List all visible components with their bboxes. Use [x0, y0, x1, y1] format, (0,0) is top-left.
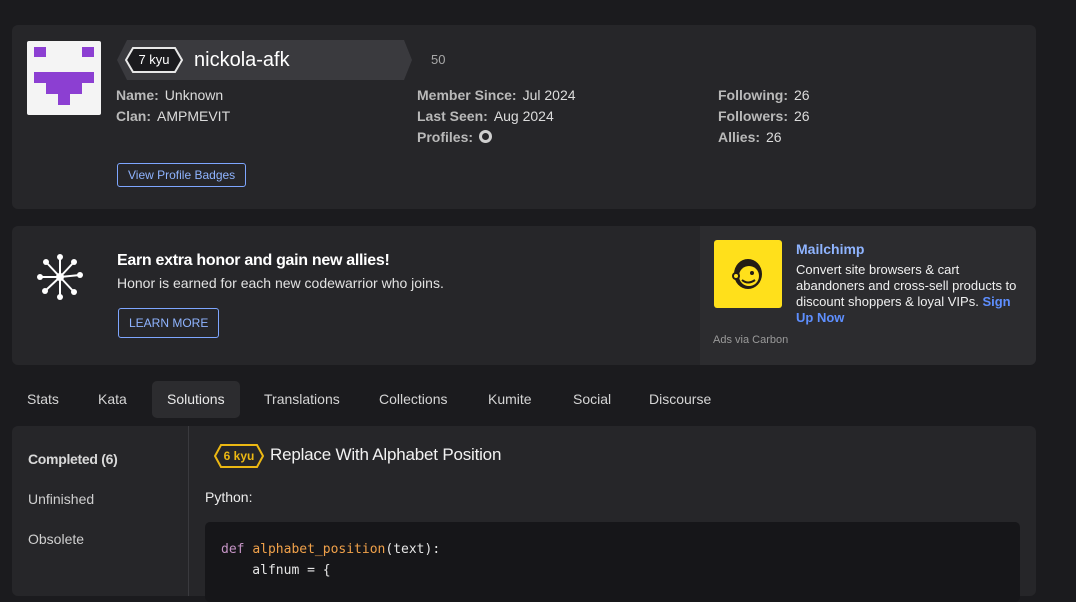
profile-info-column-3: Following: 26 Followers: 26 Allies: 26	[718, 85, 810, 148]
profile-info-column-2: Member Since: Jul 2024 Last Seen: Aug 2024…	[417, 85, 576, 148]
following-label: Following:	[718, 87, 788, 103]
last-seen-label: Last Seen:	[417, 108, 488, 124]
filter-unfinished[interactable]: Unfinished	[28, 491, 94, 507]
member-since-value: Jul 2024	[522, 87, 576, 103]
promo-text: Honor is earned for each new codewarrior…	[117, 275, 444, 291]
tab-social[interactable]: Social	[558, 381, 626, 418]
following-value: 26	[793, 87, 810, 103]
tab-translations[interactable]: Translations	[249, 381, 355, 418]
network-icon	[37, 254, 83, 300]
name-label: Name:	[116, 87, 159, 103]
language-label: Python:	[205, 489, 253, 505]
member-since-label: Member Since:	[417, 87, 517, 103]
ads-via-carbon-link[interactable]: Ads via Carbon	[713, 334, 788, 346]
view-profile-badges-button[interactable]: View Profile Badges	[117, 163, 247, 187]
last-seen-row: Last Seen: Aug 2024	[417, 106, 576, 127]
ad-description[interactable]: Convert site browsers & cart abandoners …	[796, 262, 1028, 326]
profile-info-column-1: Name: Unknown Clan: AMPMEVIT	[116, 85, 230, 127]
honor-score: 50	[431, 52, 446, 67]
clan-label: Clan:	[116, 108, 151, 124]
kata-rank-label: 6 kyu	[223, 449, 255, 463]
tab-kumite[interactable]: Kumite	[473, 381, 547, 418]
code-line-2: alfnum = {	[221, 563, 331, 578]
ad-brand-link[interactable]: Mailchimp	[796, 241, 864, 257]
profiles-label: Profiles:	[417, 129, 474, 145]
tab-collections[interactable]: Collections	[364, 381, 462, 418]
rank-label: 7 kyu	[138, 52, 170, 67]
following-row[interactable]: Following: 26	[718, 85, 810, 106]
profiles-row: Profiles:	[417, 127, 576, 148]
clan-row: Clan: AMPMEVIT	[116, 106, 230, 127]
referral-promo-card: Earn extra honor and gain new allies! Ho…	[12, 226, 700, 365]
followers-value: 26	[794, 108, 810, 124]
allies-row[interactable]: Allies: 26	[718, 127, 810, 148]
code-params: (text):	[385, 542, 441, 557]
followers-label: Followers:	[718, 108, 789, 124]
clan-value: AMPMEVIT	[157, 108, 231, 124]
last-seen-value: Aug 2024	[493, 108, 554, 124]
name-row: Name: Unknown	[116, 85, 230, 106]
kata-title-link[interactable]: Replace With Alphabet Position	[270, 445, 501, 465]
filter-obsolete[interactable]: Obsolete	[28, 531, 84, 547]
username: nickola-afk	[194, 49, 290, 71]
tab-discourse[interactable]: Discourse	[634, 381, 726, 418]
solutions-panel: Completed (6) Unfinished Obsolete 6 kyu …	[12, 426, 1036, 602]
mailchimp-logo[interactable]	[714, 240, 782, 308]
carbon-ad: Mailchimp Convert site browsers & cart a…	[700, 226, 1036, 365]
member-since-row: Member Since: Jul 2024	[417, 85, 576, 106]
filter-completed[interactable]: Completed (6)	[28, 451, 118, 467]
profile-card: 7 kyu nickola-afk 50 Name: Unknown Clan: A…	[12, 25, 1036, 209]
learn-more-button[interactable]: LEARN MORE	[118, 308, 220, 338]
solution-code: def alphabet_position(text): alfnum = {	[221, 539, 440, 581]
allies-label: Allies:	[718, 129, 761, 145]
tab-stats[interactable]: Stats	[12, 381, 74, 418]
followers-row[interactable]: Followers: 26	[718, 106, 810, 127]
allies-value: 26	[766, 129, 782, 145]
code-keyword: def	[221, 542, 245, 557]
name-value: Unknown	[164, 87, 224, 103]
tab-kata[interactable]: Kata	[83, 381, 142, 418]
tab-solutions[interactable]: Solutions	[152, 381, 240, 418]
code-block: def alphabet_position(text): alfnum = {	[205, 522, 1020, 602]
solutions-filter-nav: Completed (6) Unfinished Obsolete	[12, 426, 189, 596]
avatar[interactable]	[27, 41, 101, 115]
github-icon[interactable]	[479, 130, 493, 143]
code-function-name: alphabet_position	[252, 542, 386, 557]
promo-title: Earn extra honor and gain new allies!	[117, 252, 390, 269]
